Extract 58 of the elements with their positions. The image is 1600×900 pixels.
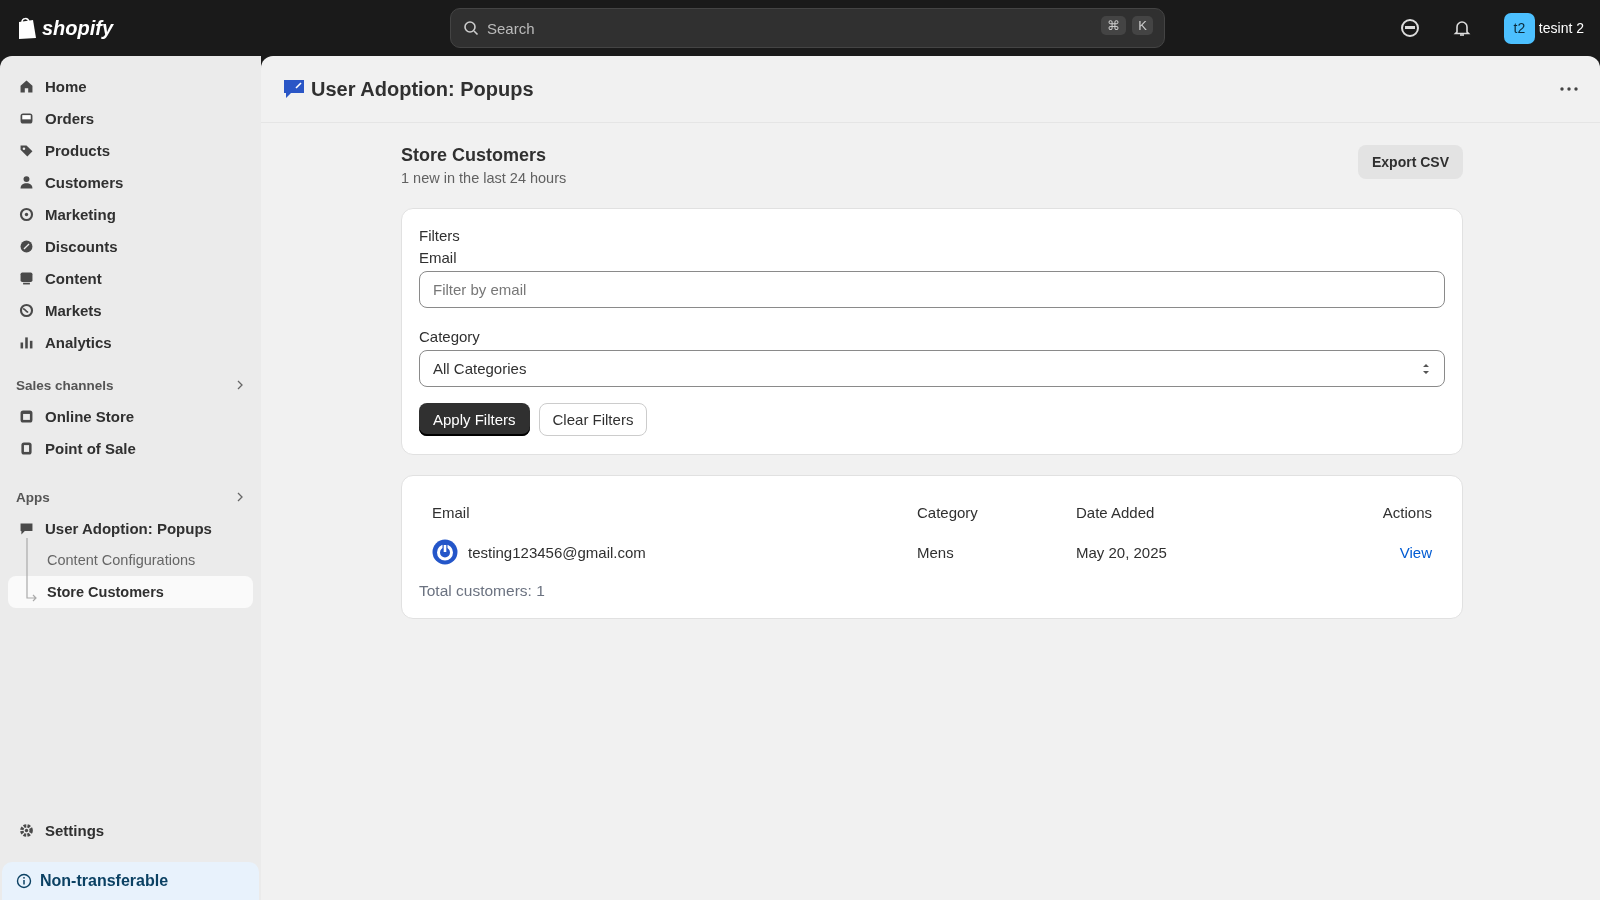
- shopify-logo[interactable]: shopify: [16, 16, 426, 40]
- nav-item[interactable]: Customers: [8, 166, 253, 198]
- email-cell: testing123456@gmail.com: [468, 543, 646, 561]
- nav-item[interactable]: Home: [8, 70, 253, 102]
- category-cell-text: Mens: [917, 543, 955, 561]
- page-title: User Adoption: Popups: [311, 77, 534, 101]
- clear-filters-button[interactable]: Clear Filters: [538, 403, 648, 436]
- gear-icon: [18, 821, 35, 839]
- view-link[interactable]: View: [1399, 543, 1432, 561]
- nav-item[interactable]: Analytics: [8, 326, 253, 358]
- person-icon: [18, 173, 35, 191]
- apply-filters-button[interactable]: Apply Filters: [419, 403, 530, 436]
- sub-nav-item[interactable]: Content Configurations: [8, 544, 253, 576]
- column-header: Email: [431, 503, 471, 521]
- export-csv-button[interactable]: Export CSV: [1358, 145, 1463, 179]
- chat-edit-icon: [283, 78, 305, 100]
- user-avatar[interactable]: t2: [1503, 12, 1535, 44]
- target-icon: [18, 205, 35, 223]
- chevron-right-icon[interactable]: [235, 380, 245, 390]
- chevron-right-icon[interactable]: [235, 492, 245, 502]
- column-header: Category: [917, 503, 979, 521]
- nav-item[interactable]: Orders: [8, 102, 253, 134]
- section-heading: Apps: [16, 489, 50, 505]
- shortcut-key: K: [1132, 16, 1153, 35]
- shopping-bag-icon: [16, 16, 38, 40]
- date-cell-text: May 20, 2025: [1076, 543, 1168, 561]
- nav-item[interactable]: Products: [8, 134, 253, 166]
- power-ring-icon: [432, 539, 458, 565]
- nav-item[interactable]: Marketing: [8, 198, 253, 230]
- email-filter-field[interactable]: Filter by email: [419, 271, 1445, 308]
- field-label: Email: [419, 249, 458, 266]
- plan-notice[interactable]: Non-transferable: [2, 862, 259, 900]
- nav-item[interactable]: User Adoption: Popups: [8, 512, 253, 544]
- section-subtitle: 1 new in the last 24 hours: [401, 170, 567, 186]
- select-arrows-icon: [1421, 361, 1431, 376]
- search-icon: [463, 20, 479, 36]
- shortcut-key: ⌘: [1101, 16, 1127, 35]
- user-name[interactable]: tesint 2: [1538, 20, 1584, 36]
- nav-item[interactable]: Discounts: [8, 230, 253, 262]
- settings-item[interactable]: Settings: [8, 814, 253, 846]
- nav-item[interactable]: Online Store: [8, 400, 253, 432]
- column-header: Actions: [1381, 503, 1432, 521]
- tree-connector-icon: [25, 538, 39, 602]
- total-customers-text: Total customers: 1: [419, 582, 546, 600]
- filters-heading: Filters: [419, 227, 461, 244]
- logo-wordmark: shopify: [42, 16, 114, 40]
- info-icon: [16, 873, 32, 889]
- nav-item[interactable]: Point of Sale: [8, 432, 253, 464]
- column-header: Date Added: [1076, 503, 1156, 521]
- section-heading: Sales channels: [16, 377, 114, 393]
- more-options-icon[interactable]: [1560, 87, 1578, 91]
- notification-bell-icon[interactable]: [1451, 18, 1472, 38]
- field-label: Category: [419, 328, 481, 345]
- section-title: Store Customers: [401, 145, 548, 166]
- sub-nav-item[interactable]: Store Customers: [8, 576, 253, 608]
- category-select[interactable]: All Categories: [419, 350, 1445, 387]
- nav-item[interactable]: Markets: [8, 294, 253, 326]
- nav-item[interactable]: Content: [8, 262, 253, 294]
